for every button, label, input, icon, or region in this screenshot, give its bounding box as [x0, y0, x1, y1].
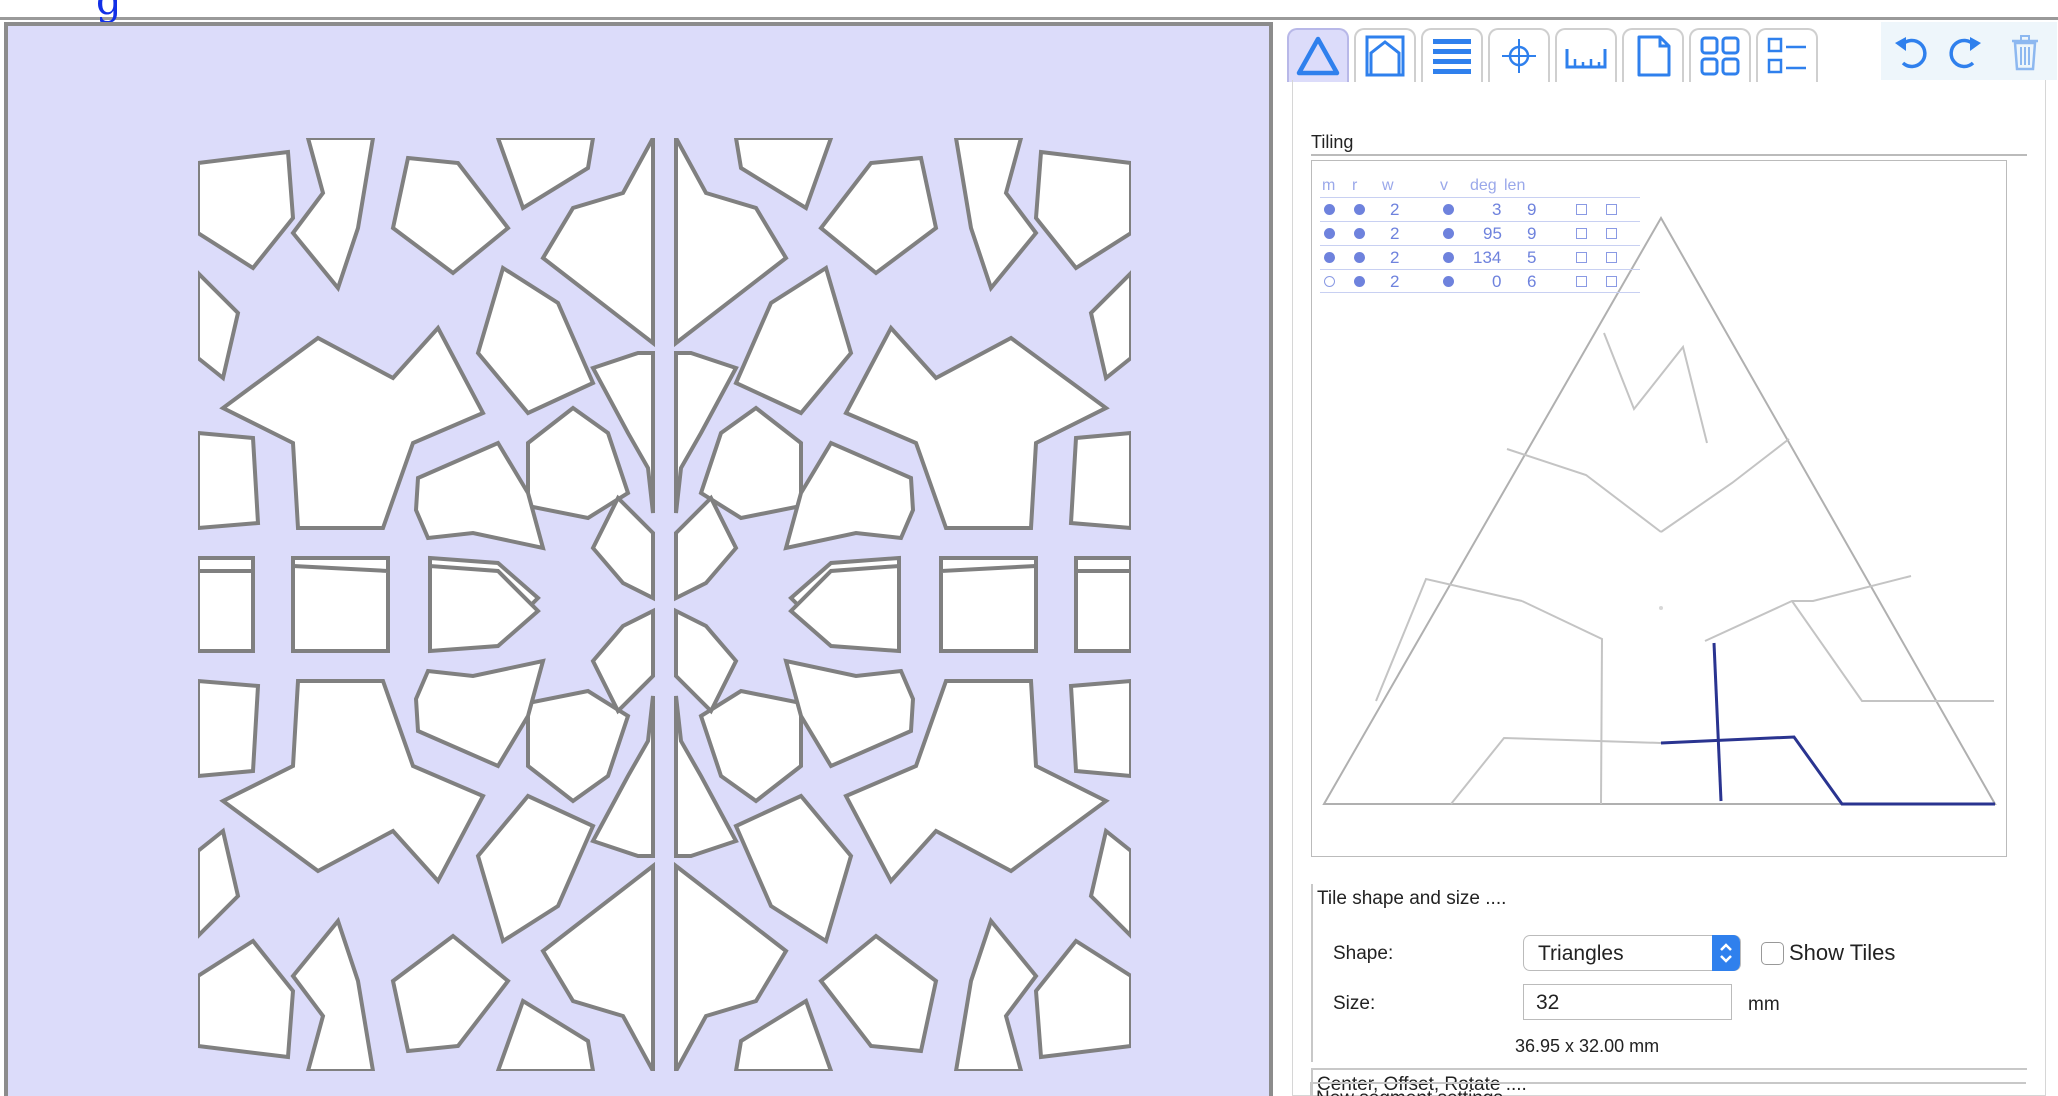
delete-button[interactable] [2001, 30, 2049, 74]
col-v: v [1440, 177, 1448, 194]
ruler-icon [1565, 49, 1607, 69]
tile-dimensions-value: 36.95 x 32.00 [1515, 1036, 1625, 1056]
row-checkbox[interactable] [1606, 204, 1617, 215]
document-icon [1637, 35, 1671, 77]
stripes-icon [1433, 39, 1471, 74]
row-checkbox[interactable] [1576, 228, 1587, 239]
tiling-editor[interactable]: m r w v deg len 2 3 9 2 95 9 2 134 5 2 0… [1311, 160, 2007, 857]
undo-button[interactable] [1887, 30, 1935, 74]
deg-value[interactable]: 3 [1492, 200, 1501, 220]
section-indent [1310, 1084, 1312, 1096]
design-canvas[interactable] [4, 22, 1273, 1096]
len-value[interactable]: 9 [1527, 200, 1536, 220]
r-radio[interactable] [1354, 252, 1365, 263]
tab-center[interactable] [1488, 28, 1550, 82]
col-deg: deg [1470, 177, 1497, 194]
show-tiles-label[interactable]: Show Tiles [1789, 940, 1895, 966]
list-icon [1767, 37, 1806, 74]
top-strip: g [0, 0, 2058, 24]
len-value[interactable]: 6 [1527, 272, 1536, 292]
show-tiles-checkbox[interactable] [1761, 942, 1784, 965]
v-radio[interactable] [1443, 252, 1454, 263]
deg-value[interactable]: 0 [1492, 272, 1501, 292]
title-fragment: g [96, 0, 122, 24]
triangle-tiling-icon [1296, 36, 1340, 76]
tab-document[interactable] [1622, 28, 1684, 82]
size-input[interactable]: 32 [1523, 984, 1732, 1020]
deg-value[interactable]: 95 [1483, 224, 1502, 244]
segment-row[interactable]: 2 95 9 [1320, 221, 1640, 245]
shape-label: Shape: [1333, 943, 1394, 964]
size-label: Size: [1333, 993, 1376, 1014]
tab-shape[interactable] [1354, 28, 1416, 82]
r-radio[interactable] [1354, 204, 1365, 215]
row-checkbox[interactable] [1606, 228, 1617, 239]
m-radio[interactable] [1324, 228, 1335, 239]
tab-gallery[interactable] [1689, 28, 1751, 82]
col-m: m [1322, 177, 1336, 194]
redo-icon [1949, 37, 1981, 69]
tiling-section-title: Tiling [1311, 132, 1354, 152]
segment-row[interactable]: 2 0 6 [1320, 269, 1640, 293]
undo-icon [1895, 37, 1927, 69]
v-radio[interactable] [1443, 228, 1454, 239]
grid-four-icon [1700, 36, 1740, 76]
w-value[interactable]: 2 [1390, 272, 1399, 292]
pattern-preview[interactable] [198, 138, 1131, 1071]
app-window: g Tiling m r w v deg len 2 3 9 2 95 9 2 … [0, 0, 2058, 1096]
select-arrows-icon [1712, 935, 1740, 971]
row-checkbox[interactable] [1606, 276, 1617, 287]
row-checkbox[interactable] [1576, 252, 1587, 263]
divider [1310, 1082, 2026, 1084]
segment-table: m r w v deg len 2 3 9 2 95 9 2 134 5 2 0… [1320, 175, 1640, 293]
tile-shape-section-title[interactable]: Tile shape and size .... [1317, 888, 1506, 910]
row-checkbox[interactable] [1576, 204, 1587, 215]
tile-dimensions: 36.95 x 32.00 mm [1515, 1036, 1659, 1057]
size-unit: mm [1748, 994, 1780, 1015]
shape-select-value: Triangles [1538, 942, 1624, 965]
divider [1311, 1068, 2027, 1070]
redo-button[interactable] [1941, 30, 1989, 74]
r-radio[interactable] [1354, 228, 1365, 239]
col-len: len [1504, 177, 1526, 194]
history-controls [1881, 22, 2057, 80]
len-value[interactable]: 5 [1527, 248, 1536, 268]
col-r: r [1352, 177, 1358, 194]
tab-tiling[interactable] [1287, 28, 1349, 82]
divider [1311, 154, 2027, 156]
trash-icon [2012, 35, 2038, 71]
segment-row[interactable]: 2 134 5 [1320, 245, 1640, 269]
m-radio[interactable] [1324, 252, 1335, 263]
tab-list[interactable] [1756, 28, 1818, 82]
m-radio[interactable] [1324, 204, 1335, 215]
segment-row[interactable]: 2 3 9 [1320, 197, 1640, 221]
v-radio[interactable] [1443, 276, 1454, 287]
row-checkbox[interactable] [1576, 276, 1587, 287]
w-value[interactable]: 2 [1390, 200, 1399, 220]
settings-pane: Tiling m r w v deg len 2 3 9 2 95 9 2 13… [1281, 22, 2058, 1096]
col-w: w [1382, 177, 1394, 194]
row-checkbox[interactable] [1606, 252, 1617, 263]
len-value[interactable]: 9 [1527, 224, 1536, 244]
w-value[interactable]: 2 [1390, 248, 1399, 268]
tiling-panel: Tiling m r w v deg len 2 3 9 2 95 9 2 13… [1292, 80, 2046, 1096]
shape-select[interactable]: Triangles [1523, 935, 1741, 971]
m-radio[interactable] [1324, 276, 1335, 287]
house-shape-icon [1365, 35, 1405, 77]
r-radio[interactable] [1354, 276, 1365, 287]
crosshair-icon [1502, 39, 1536, 73]
new-segment-settings-section[interactable]: New segment settings .... [1316, 1088, 1529, 1096]
deg-value[interactable]: 134 [1473, 248, 1501, 268]
v-radio[interactable] [1443, 204, 1454, 215]
tab-lines[interactable] [1421, 28, 1483, 82]
section-indent [1311, 884, 1313, 1062]
tile-dimensions-unit: mm [1629, 1036, 1660, 1056]
w-value[interactable]: 2 [1390, 224, 1399, 244]
segment-table-header: m r w v deg len [1320, 175, 1640, 197]
tab-measure[interactable] [1555, 28, 1617, 82]
